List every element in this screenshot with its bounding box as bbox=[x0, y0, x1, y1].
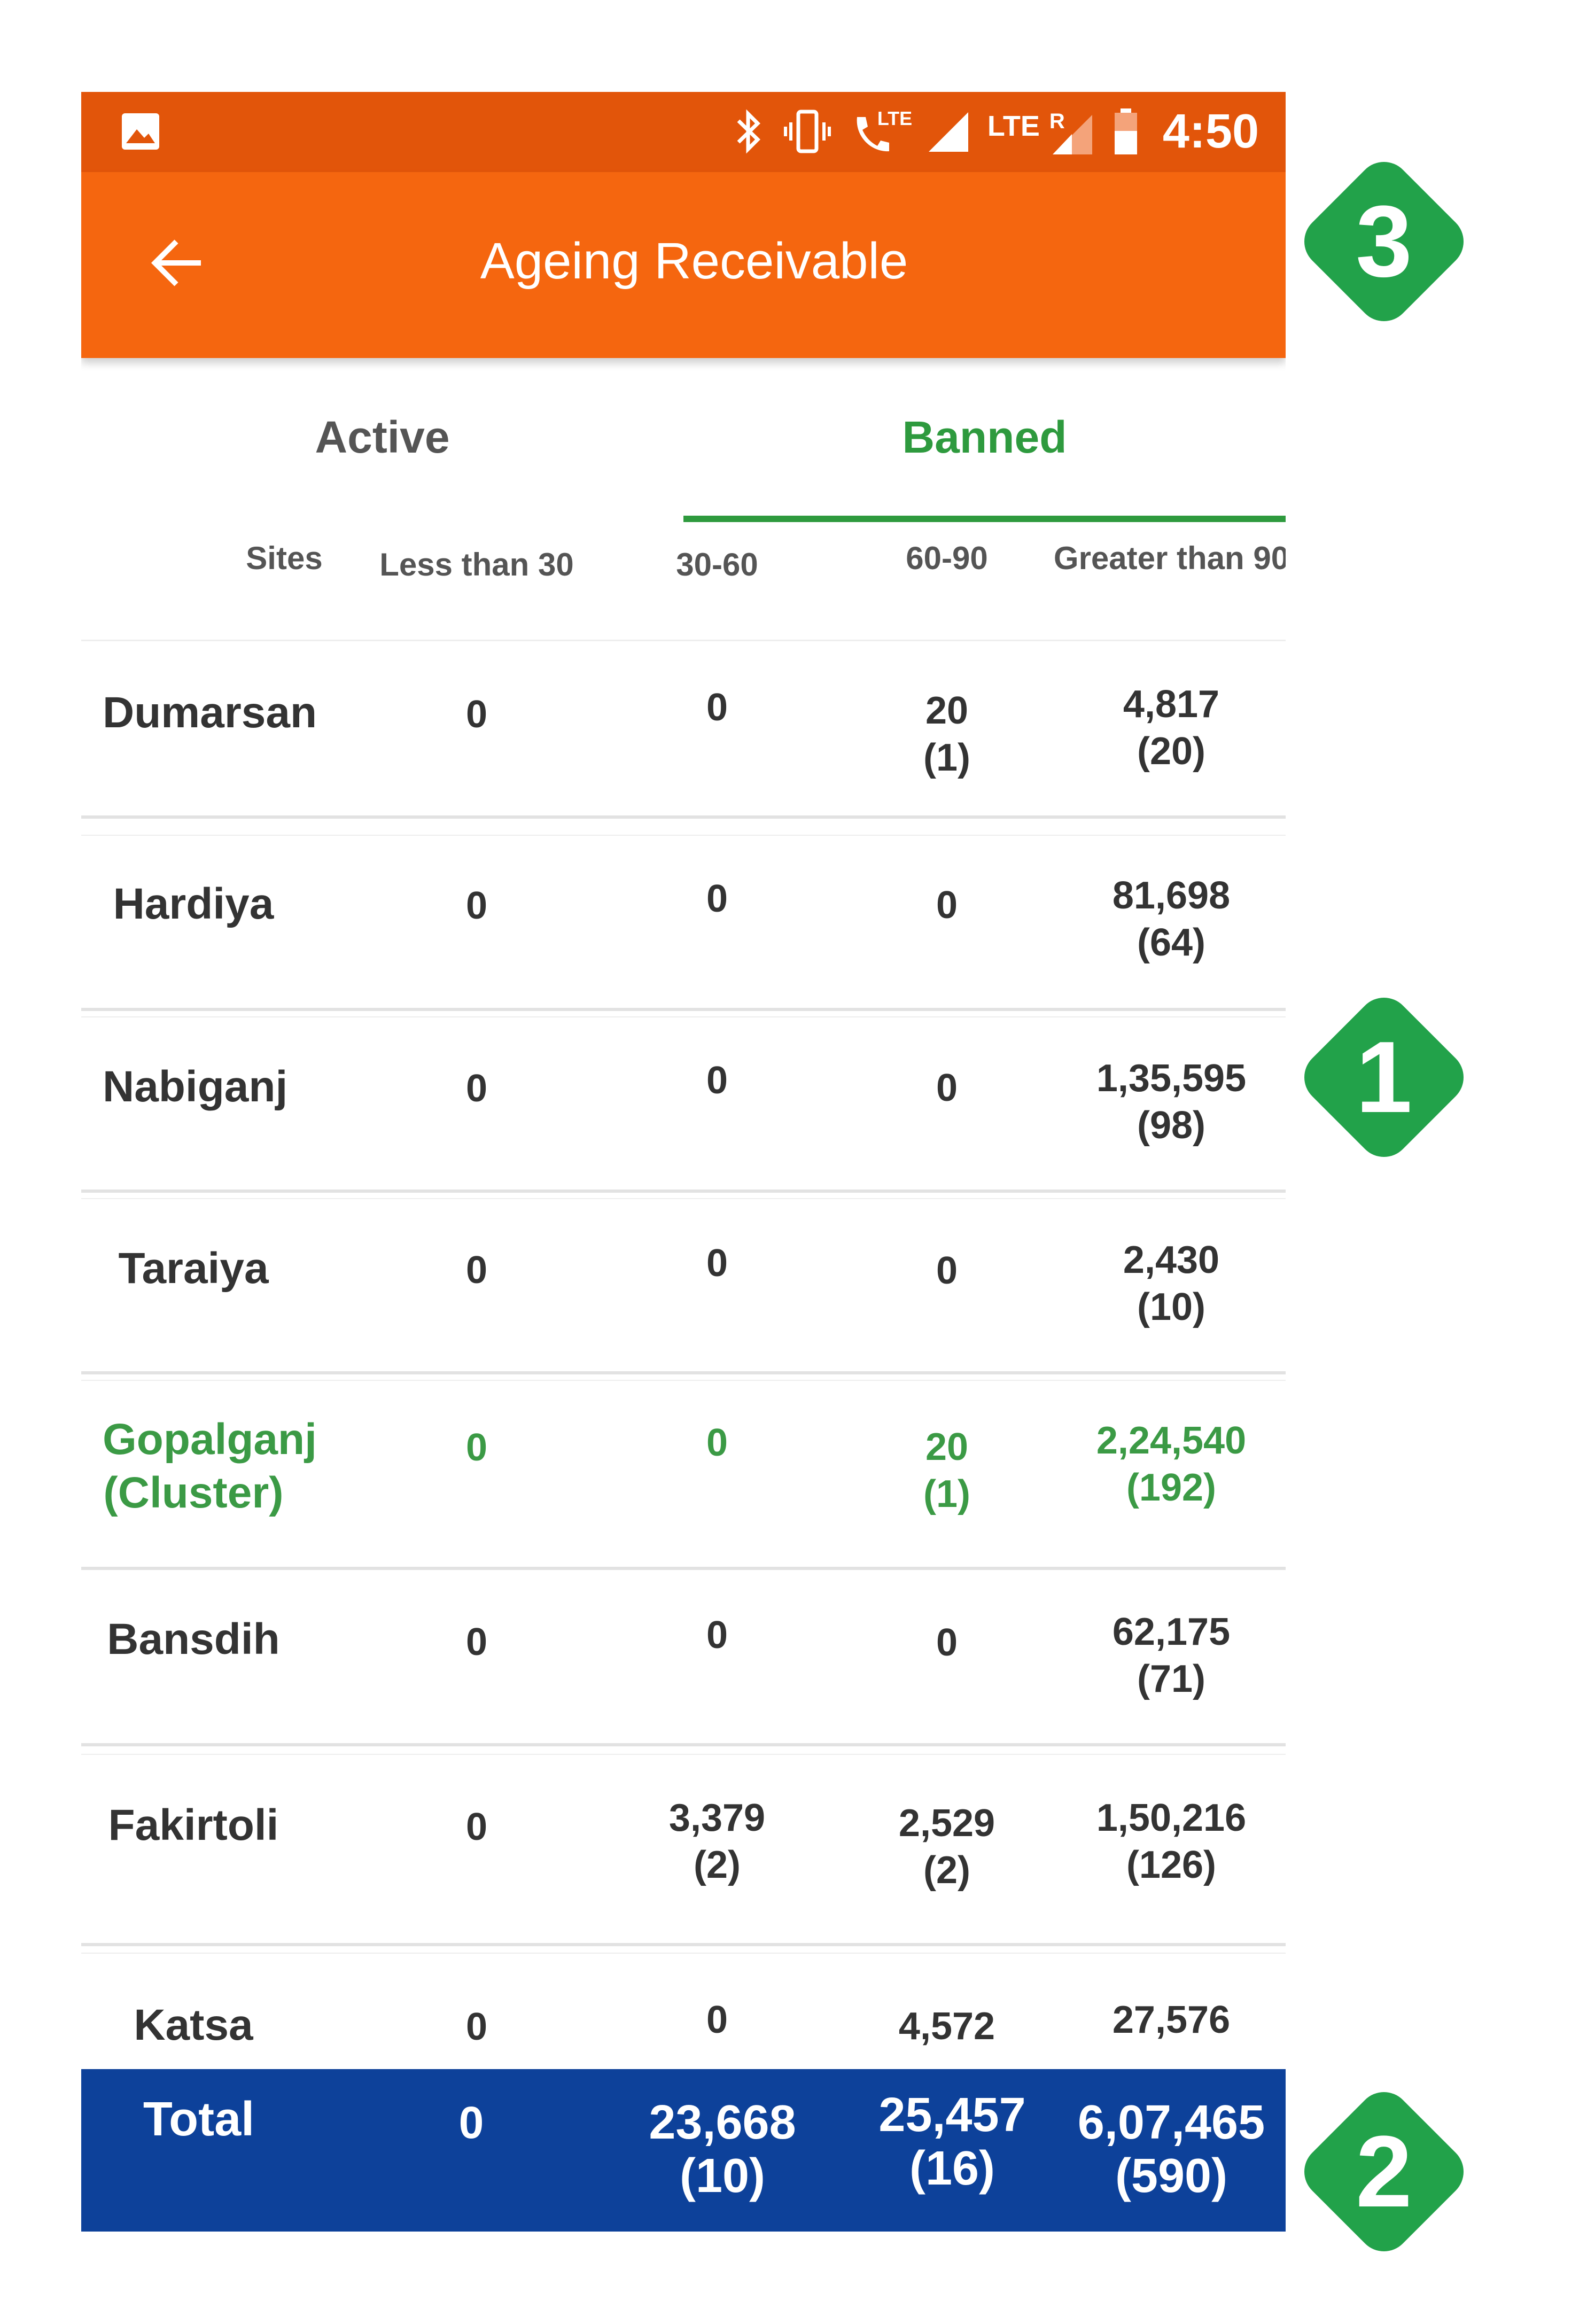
callout-badge-header: 3 bbox=[1277, 135, 1491, 348]
less-than-30-value: 0 bbox=[465, 693, 488, 736]
row-divider bbox=[81, 1008, 1286, 1011]
header-60-90: 60-90 bbox=[906, 540, 988, 576]
table-row[interactable]: Katsa 0 0 4,572 27,576 bbox=[81, 1953, 1286, 2076]
less-than-30-value: 0 bbox=[465, 1806, 488, 1848]
total-bar: Total 0 23,668 (10) 25,457 (16) 6,07,465… bbox=[81, 2069, 1286, 2232]
60-90-value: 20 (1) bbox=[923, 1426, 970, 1515]
60-90-value: 0 bbox=[936, 884, 958, 927]
callout-number: 2 bbox=[1356, 2115, 1412, 2228]
total-60-90: 25,457 (16) bbox=[878, 2088, 1026, 2195]
greater-than-90-value: 2,24,540 (192) bbox=[1096, 1419, 1247, 1509]
tab-indicator bbox=[683, 516, 1286, 522]
signal-lte-roaming-icon: LTE R bbox=[987, 107, 1094, 156]
table-row[interactable]: Dumarsan 0 0 20 (1) 4,817 (20) bbox=[81, 642, 1286, 819]
lte-label: LTE bbox=[877, 107, 913, 129]
row-divider bbox=[81, 1371, 1286, 1374]
less-than-30-value: 0 bbox=[465, 1249, 488, 1292]
battery-icon bbox=[1114, 108, 1137, 154]
30-60-value: 0 bbox=[706, 686, 728, 729]
status-bar: LTE LTE R 4:50 bbox=[81, 92, 1286, 172]
table-row[interactable]: Fakirtoli 0 3,379 (2) 2,529 (2) 1,50,216… bbox=[81, 1754, 1286, 1946]
header-greater-than-90: Greater than 90 bbox=[1053, 540, 1286, 576]
callout-badge-total: 2 bbox=[1277, 2065, 1491, 2279]
phone-screen: LTE LTE R 4:50 Ageing Receivable Active … bbox=[81, 92, 1286, 2232]
greater-than-90-value: 1,35,595 (98) bbox=[1096, 1057, 1247, 1147]
table-row[interactable]: Hardiya 0 0 0 81,698 (64) bbox=[81, 835, 1286, 1011]
site-name: Katsa bbox=[134, 2001, 253, 2049]
60-90-value: 4,572 bbox=[898, 2005, 995, 2048]
status-time: 4:50 bbox=[1162, 104, 1259, 158]
header-30-60: 30-60 bbox=[676, 547, 758, 582]
60-90-value: 20 (1) bbox=[923, 689, 970, 779]
less-than-30-value: 0 bbox=[465, 1621, 488, 1664]
greater-than-90-value: 27,576 bbox=[1112, 1999, 1231, 2041]
signal-icon bbox=[928, 112, 968, 152]
row-top-line bbox=[81, 1016, 1286, 1017]
tab-active[interactable]: Active bbox=[81, 411, 683, 463]
site-name: Fakirtoli bbox=[108, 1801, 279, 1849]
tab-bar: Active Banned bbox=[81, 358, 1286, 524]
callout-number: 1 bbox=[1356, 1021, 1412, 1134]
app-bar: Ageing Receivable bbox=[81, 172, 1286, 358]
row-divider bbox=[81, 1190, 1286, 1193]
site-name: Nabiganj bbox=[103, 1062, 288, 1111]
site-name: Taraiya bbox=[118, 1244, 269, 1293]
tab-banned[interactable]: Banned bbox=[683, 411, 1286, 463]
row-divider bbox=[81, 815, 1286, 819]
row-top-line bbox=[81, 835, 1286, 836]
status-icons: LTE LTE R 4:50 bbox=[733, 105, 1259, 158]
30-60-value: 0 bbox=[706, 1059, 728, 1102]
bluetooth-icon bbox=[737, 109, 760, 154]
row-divider bbox=[81, 1743, 1286, 1746]
row-top-line bbox=[81, 1380, 1286, 1381]
greater-than-90-value: 4,817 (20) bbox=[1123, 683, 1220, 773]
table-row[interactable]: Taraiya 0 0 0 2,430 (10) bbox=[81, 1198, 1286, 1374]
table-row[interactable]: Nabiganj 0 0 0 1,35,595 (98) bbox=[81, 1016, 1286, 1193]
60-90-value: 2,529 (2) bbox=[898, 1802, 995, 1892]
row-divider bbox=[81, 1943, 1286, 1946]
less-than-30-value: 0 bbox=[465, 1426, 488, 1469]
lte-label-2: LTE bbox=[987, 110, 1040, 142]
site-name: Dumarsan bbox=[103, 688, 317, 737]
30-60-value: 0 bbox=[706, 1242, 728, 1285]
less-than-30-value: 0 bbox=[465, 1067, 488, 1110]
header-divider bbox=[81, 640, 1286, 641]
60-90-value: 0 bbox=[936, 1249, 958, 1292]
total-label: Total bbox=[143, 2093, 255, 2146]
greater-than-90-value: 1,50,216 (126) bbox=[1096, 1797, 1247, 1886]
less-than-30-value: 0 bbox=[465, 2006, 488, 2048]
row-top-line bbox=[81, 1754, 1286, 1755]
table-row[interactable]: Bansdih 0 0 0 62,175 (71) bbox=[81, 1570, 1286, 1746]
30-60-value: 0 bbox=[706, 1421, 728, 1464]
30-60-value: 0 bbox=[706, 1614, 728, 1657]
30-60-value: 0 bbox=[706, 1999, 728, 2041]
callout-number: 3 bbox=[1356, 185, 1412, 298]
volte-call-icon: LTE bbox=[850, 107, 912, 156]
table-row-cluster[interactable]: Gopalganj (Cluster) 0 0 20 (1) 2,24,540 … bbox=[81, 1380, 1286, 1570]
site-name: Bansdih bbox=[107, 1615, 280, 1664]
60-90-value: 0 bbox=[936, 1621, 958, 1664]
vibrate-icon bbox=[783, 110, 831, 153]
30-60-value: 0 bbox=[706, 877, 728, 920]
greater-than-90-value: 81,698 (64) bbox=[1112, 874, 1231, 964]
row-top-line bbox=[81, 1198, 1286, 1199]
page-title: Ageing Receivable bbox=[480, 232, 908, 290]
greater-than-90-value: 62,175 (71) bbox=[1112, 1611, 1231, 1700]
row-top-line bbox=[81, 1953, 1286, 1954]
total-30-60: 23,668 (10) bbox=[649, 2096, 796, 2203]
gallery-notification-icon bbox=[122, 113, 159, 150]
60-90-value: 0 bbox=[936, 1067, 958, 1109]
callout-badge-rows: 1 bbox=[1277, 970, 1491, 1184]
less-than-30-value: 0 bbox=[465, 884, 488, 927]
greater-than-90-value: 2,430 (10) bbox=[1123, 1239, 1220, 1328]
30-60-value: 3,379 (2) bbox=[668, 1797, 766, 1886]
total-less-than-30: 0 bbox=[458, 2097, 484, 2148]
total-greater-than-90: 6,07,465 (590) bbox=[1077, 2096, 1265, 2203]
site-name: Gopalganj (Cluster) bbox=[103, 1415, 317, 1517]
site-name: Hardiya bbox=[113, 880, 274, 928]
header-less-than-30: Less than 30 bbox=[379, 547, 574, 582]
